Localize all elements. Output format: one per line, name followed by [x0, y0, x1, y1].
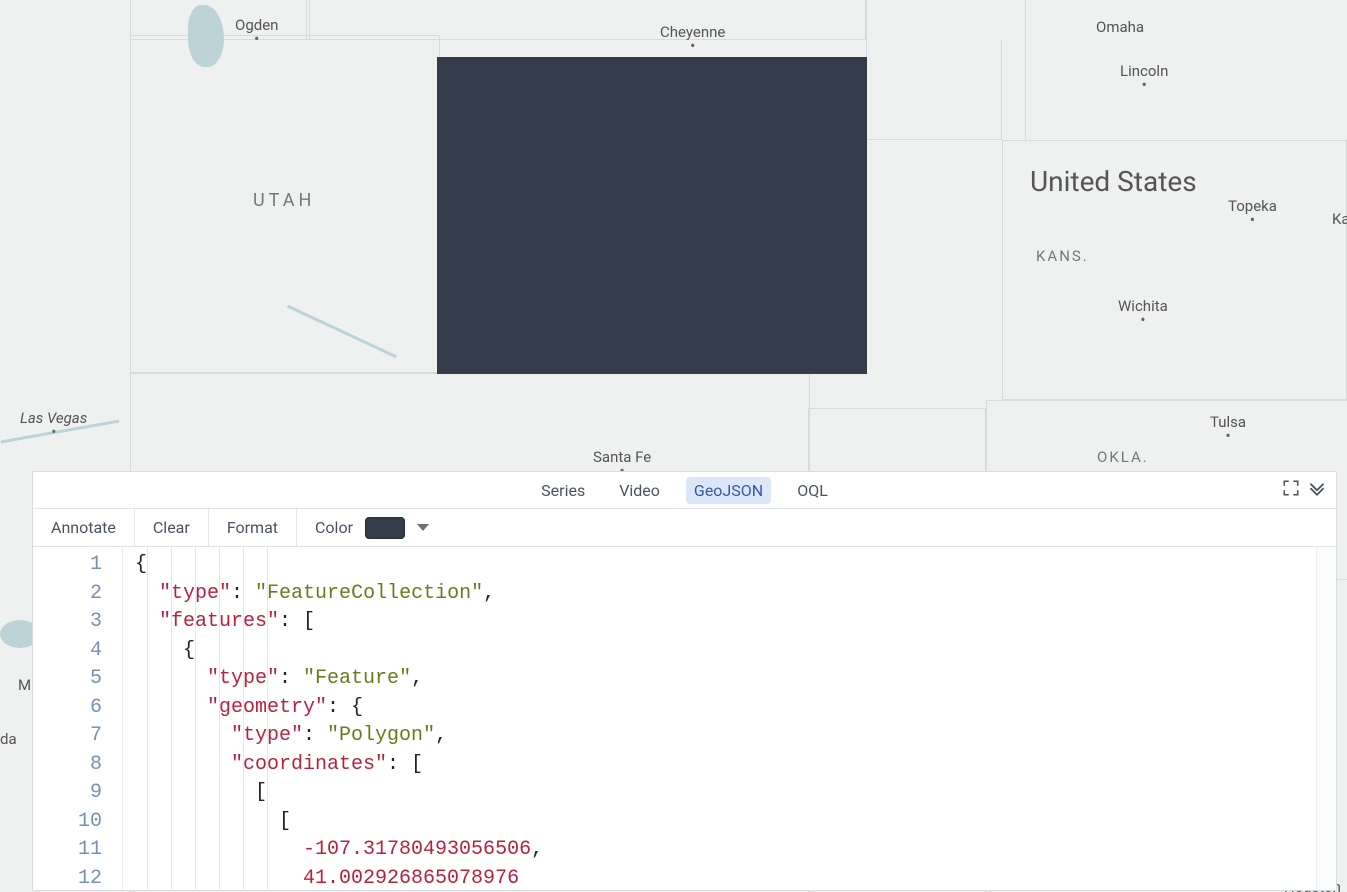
map-label-kans: KANS.: [1036, 247, 1089, 265]
map-label-topeka: Topeka: [1228, 197, 1277, 215]
color-dropdown-caret[interactable]: [417, 524, 429, 531]
map-label-okla: OKLA.: [1097, 448, 1149, 466]
map-label-lasvegas: Las Vegas: [20, 409, 87, 427]
panel-tabs: Series Video GeoJSON OQL: [33, 472, 1336, 509]
editor-panel: Series Video GeoJSON OQL Annotate Clear …: [32, 471, 1337, 891]
code-line: [: [135, 779, 1336, 808]
collapse-icon[interactable]: [1308, 479, 1326, 501]
code-line: "features": [: [135, 608, 1336, 637]
tab-oql[interactable]: OQL: [789, 477, 836, 504]
map-label-country: United States: [1030, 165, 1197, 198]
editor-scrollbar[interactable]: [1316, 547, 1336, 890]
editor-code[interactable]: { "type": "FeatureCollection", "features…: [123, 547, 1336, 890]
code-line: -107.31780493056506,: [135, 836, 1336, 865]
map-label-ka: Ka: [1332, 210, 1347, 228]
code-line: "type": "Polygon",: [135, 722, 1336, 751]
map-label-tulsa: Tulsa: [1210, 413, 1246, 431]
tab-video[interactable]: Video: [611, 477, 668, 504]
tab-series[interactable]: Series: [533, 477, 593, 504]
color-swatch[interactable]: [365, 517, 405, 539]
code-line: "geometry": {: [135, 694, 1336, 723]
color-label: Color: [315, 518, 353, 537]
clear-button[interactable]: Clear: [135, 509, 209, 546]
expand-icon[interactable]: [1282, 479, 1300, 501]
map-label-omaha: Omaha: [1096, 18, 1144, 36]
code-line: "coordinates": [: [135, 751, 1336, 780]
annotate-button[interactable]: Annotate: [33, 509, 135, 546]
map-label-utah: UTAH: [253, 190, 315, 211]
map-highlight-colorado: [437, 57, 867, 374]
map-label-ogden: Ogden: [235, 16, 278, 34]
code-line: "type": "FeatureCollection",: [135, 580, 1336, 609]
map-label-lincoln: Lincoln: [1120, 62, 1168, 80]
map-label-wichita: Wichita: [1118, 297, 1168, 315]
map-label-m-frag: M: [18, 676, 31, 694]
map-label-cheyenne: Cheyenne: [660, 23, 725, 41]
code-line: [: [135, 808, 1336, 837]
code-line: {: [135, 637, 1336, 666]
code-line: "type": "Feature",: [135, 665, 1336, 694]
code-line: 41.002926865078976: [135, 865, 1336, 891]
editor-gutter: 1 2 3 4 5 6 7 8 9 10 11 12: [33, 547, 123, 890]
map-label-santafe: Santa Fe: [593, 448, 651, 466]
map-label-da-frag: da: [0, 730, 17, 748]
code-line: {: [135, 551, 1336, 580]
format-button[interactable]: Format: [209, 509, 297, 546]
code-editor[interactable]: 1 2 3 4 5 6 7 8 9 10 11 12 {: [33, 547, 1336, 890]
tab-geojson[interactable]: GeoJSON: [686, 477, 771, 504]
panel-toolbar: Annotate Clear Format Color: [33, 509, 1336, 547]
